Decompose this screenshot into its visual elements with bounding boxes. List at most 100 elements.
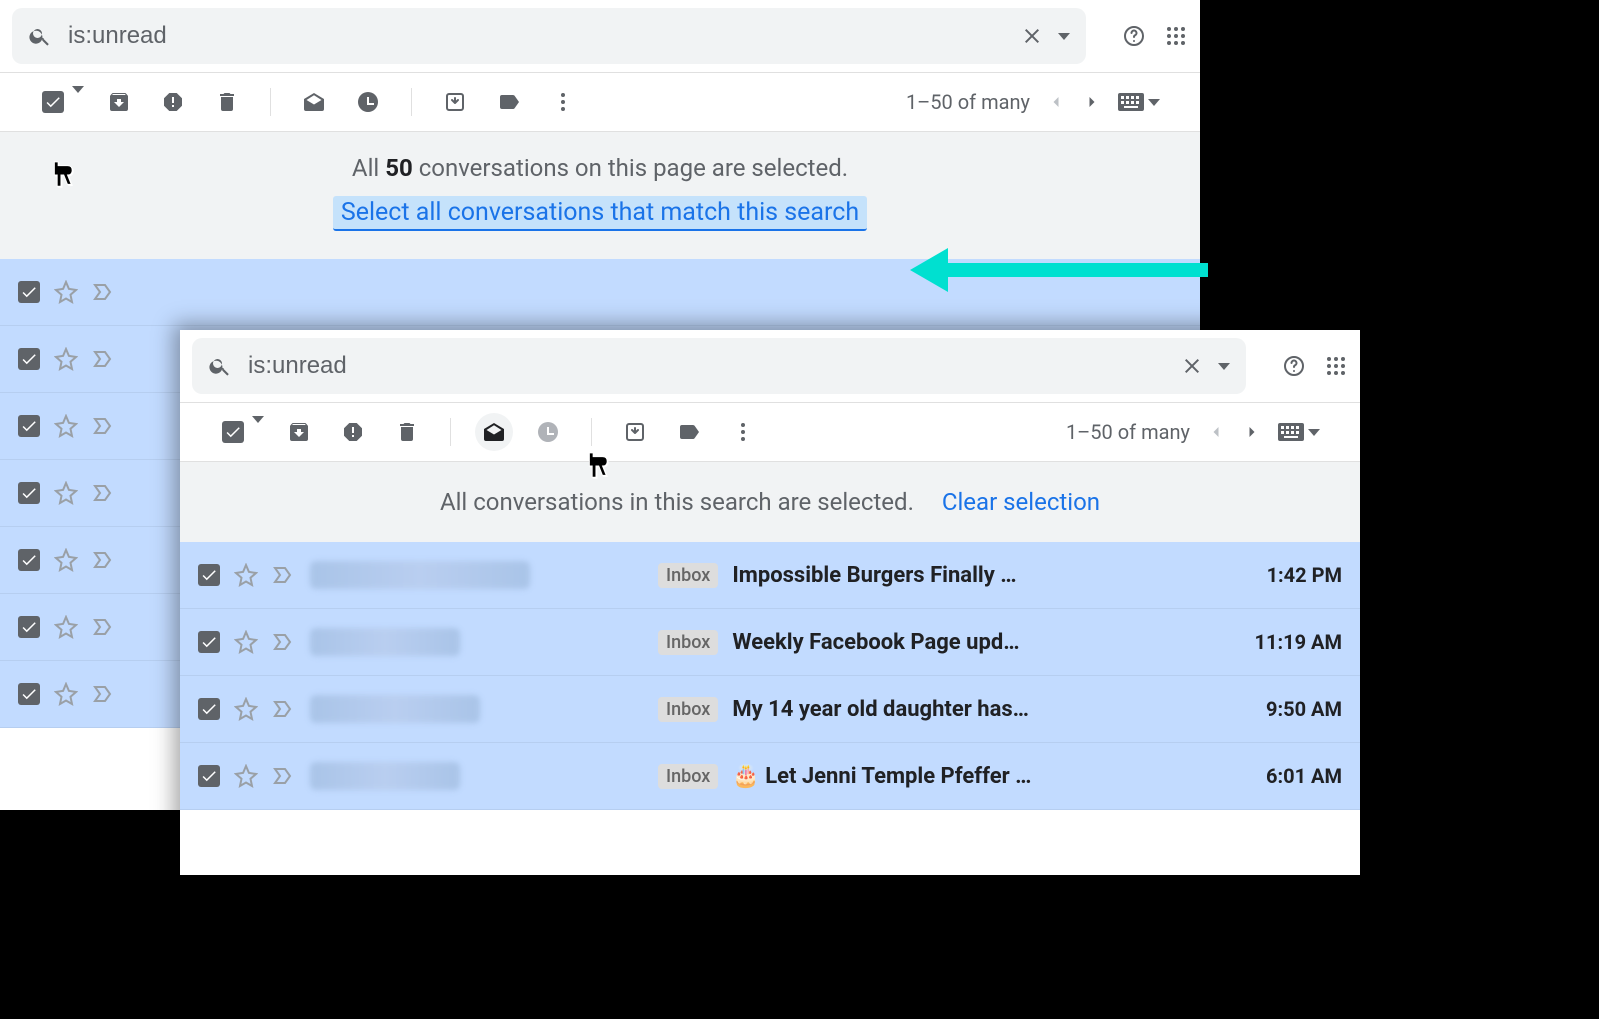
snooze-button[interactable] <box>349 83 387 121</box>
row-checkbox[interactable] <box>18 281 40 303</box>
search-options-dropdown[interactable] <box>1218 363 1230 370</box>
star-icon[interactable] <box>54 280 78 304</box>
cursor-pointer-icon <box>580 451 610 481</box>
select-dropdown-icon[interactable] <box>72 93 84 112</box>
select-all-checkbox[interactable] <box>42 91 64 113</box>
email-subject: My 14 year old daughter has… <box>732 697 1218 722</box>
report-spam-button[interactable] <box>334 413 372 451</box>
important-icon[interactable] <box>272 630 296 654</box>
star-icon[interactable] <box>54 548 78 572</box>
select-all-checkbox[interactable] <box>222 421 244 443</box>
row-checkbox[interactable] <box>198 765 220 787</box>
cursor-pointer-icon <box>45 160 75 190</box>
email-time: 11:19 AM <box>1232 630 1342 654</box>
report-spam-button[interactable] <box>154 83 192 121</box>
important-icon[interactable] <box>92 548 116 572</box>
sender-redacted <box>310 695 480 723</box>
input-tools-button[interactable] <box>1278 423 1320 441</box>
important-icon[interactable] <box>92 280 116 304</box>
search-options-dropdown[interactable] <box>1058 33 1070 40</box>
email-time: 6:01 AM <box>1232 764 1342 788</box>
snooze-button[interactable] <box>529 413 567 451</box>
row-checkbox[interactable] <box>198 564 220 586</box>
row-checkbox[interactable] <box>198 631 220 653</box>
important-icon[interactable] <box>92 682 116 706</box>
search-input[interactable] <box>66 21 1006 51</box>
sender-redacted <box>310 762 460 790</box>
next-page-button[interactable] <box>1242 422 1262 442</box>
star-icon[interactable] <box>234 563 258 587</box>
pager-text: 1–50 of many <box>1066 420 1190 444</box>
more-button[interactable] <box>724 413 762 451</box>
star-icon[interactable] <box>234 697 258 721</box>
row-checkbox[interactable] <box>18 415 40 437</box>
sender-redacted <box>310 628 460 656</box>
labels-button[interactable] <box>670 413 708 451</box>
mark-as-read-button[interactable] <box>475 413 513 451</box>
star-icon[interactable] <box>54 481 78 505</box>
clear-search-icon[interactable] <box>1180 354 1204 378</box>
search-icon <box>28 24 52 48</box>
row-checkbox[interactable] <box>18 616 40 638</box>
clear-selection-link[interactable]: Clear selection <box>942 488 1100 516</box>
email-subject: 🎂 Let Jenni Temple Pfeffer … <box>732 764 1218 789</box>
important-icon[interactable] <box>272 764 296 788</box>
archive-button[interactable] <box>280 413 318 451</box>
row-checkbox[interactable] <box>18 482 40 504</box>
star-icon[interactable] <box>234 764 258 788</box>
inbox-label[interactable]: Inbox <box>658 764 718 789</box>
delete-button[interactable] <box>208 83 246 121</box>
star-icon[interactable] <box>54 347 78 371</box>
move-to-button[interactable] <box>436 83 474 121</box>
selection-banner: All conversations in this search are sel… <box>180 462 1360 542</box>
sender-redacted <box>310 561 530 589</box>
email-row[interactable]: Inbox 🎂 Let Jenni Temple Pfeffer … 6:01 … <box>180 743 1360 810</box>
email-time: 9:50 AM <box>1232 697 1342 721</box>
inbox-label[interactable]: Inbox <box>658 630 718 655</box>
move-to-button[interactable] <box>616 413 654 451</box>
important-icon[interactable] <box>92 615 116 639</box>
star-icon[interactable] <box>54 682 78 706</box>
mark-as-read-button[interactable] <box>295 83 333 121</box>
email-row[interactable]: Inbox Impossible Burgers Finally … 1:42 … <box>180 542 1360 609</box>
star-icon[interactable] <box>54 414 78 438</box>
input-tools-button[interactable] <box>1118 93 1160 111</box>
selection-banner: All 50 conversations on this page are se… <box>0 132 1200 259</box>
clear-search-icon[interactable] <box>1020 24 1044 48</box>
star-icon[interactable] <box>54 615 78 639</box>
inbox-label[interactable]: Inbox <box>658 563 718 588</box>
email-row[interactable]: Inbox Weekly Facebook Page upd… 11:19 AM <box>180 609 1360 676</box>
important-icon[interactable] <box>92 414 116 438</box>
archive-button[interactable] <box>100 83 138 121</box>
row-checkbox[interactable] <box>18 348 40 370</box>
important-icon[interactable] <box>92 347 116 371</box>
star-icon[interactable] <box>234 630 258 654</box>
select-dropdown-icon[interactable] <box>252 423 264 442</box>
prev-page-button[interactable] <box>1046 92 1066 112</box>
email-time: 1:42 PM <box>1232 563 1342 587</box>
email-row[interactable]: Inbox My 14 year old daughter has… 9:50 … <box>180 676 1360 743</box>
apps-icon[interactable] <box>1324 354 1348 378</box>
help-icon[interactable] <box>1282 354 1306 378</box>
row-checkbox[interactable] <box>18 549 40 571</box>
select-all-link[interactable]: Select all conversations that match this… <box>333 196 867 231</box>
important-icon[interactable] <box>272 697 296 721</box>
row-checkbox[interactable] <box>18 683 40 705</box>
search-icon <box>208 354 232 378</box>
apps-icon[interactable] <box>1164 24 1188 48</box>
row-checkbox[interactable] <box>198 698 220 720</box>
pager-text: 1–50 of many <box>906 90 1030 114</box>
more-button[interactable] <box>544 83 582 121</box>
inbox-label[interactable]: Inbox <box>658 697 718 722</box>
next-page-button[interactable] <box>1082 92 1102 112</box>
search-input[interactable] <box>246 351 1166 381</box>
important-icon[interactable] <box>92 481 116 505</box>
labels-button[interactable] <box>490 83 528 121</box>
important-icon[interactable] <box>272 563 296 587</box>
help-icon[interactable] <box>1122 24 1146 48</box>
prev-page-button[interactable] <box>1206 422 1226 442</box>
delete-button[interactable] <box>388 413 426 451</box>
email-subject: Weekly Facebook Page upd… <box>732 630 1218 655</box>
annotation-arrow <box>910 248 1208 292</box>
email-subject: Impossible Burgers Finally … <box>732 563 1218 588</box>
